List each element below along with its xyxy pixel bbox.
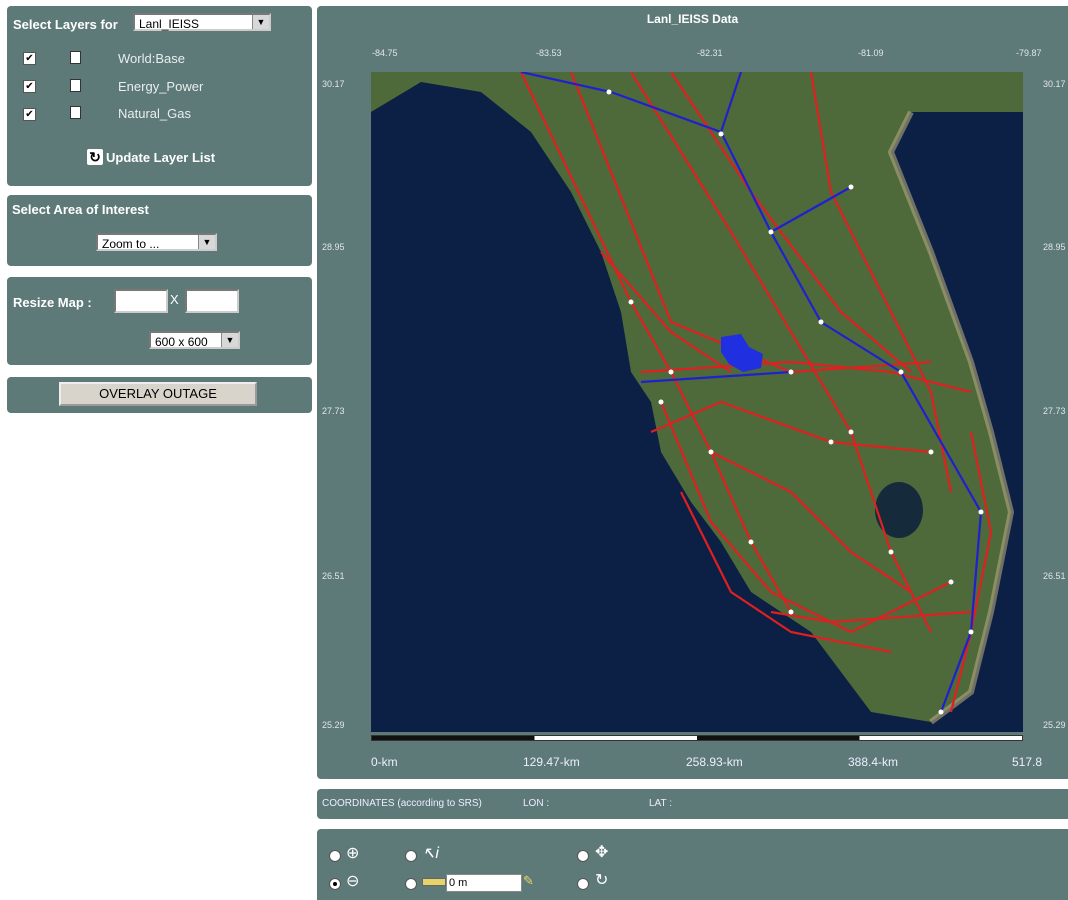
info-icon[interactable]: ↖i — [422, 843, 439, 863]
info-radio[interactable] — [405, 850, 417, 862]
layers-panel-title: Select Layers for — [13, 17, 118, 32]
map-width-input[interactable] — [114, 289, 168, 313]
area-panel-title: Select Area of Interest — [12, 202, 149, 217]
update-layer-list-button[interactable]: ↻ Update Layer List — [87, 149, 215, 165]
map-title: Lanl_IEISS Data — [646, 12, 739, 26]
coordinates-label: COORDINATES (according to SRS) — [322, 798, 482, 809]
layer-checkbox-energy-power[interactable]: ✔ — [23, 80, 36, 93]
lat-tick: 30.17 — [322, 79, 345, 89]
layers-panel: Select Layers for Lanl_IEISS ▼ ✔ World:B… — [7, 6, 312, 186]
lon-tick: -82.31 — [697, 48, 723, 58]
refresh-icon: ↻ — [87, 149, 103, 165]
layer-checkbox-natural-gas[interactable]: ✔ — [23, 108, 36, 121]
zoom-out-icon[interactable]: ⊖ — [346, 871, 359, 891]
dataset-select[interactable]: Lanl_IEISS ▼ — [133, 13, 271, 31]
document-icon — [70, 51, 81, 64]
map-size-select[interactable]: 600 x 600 ▼ — [149, 331, 240, 349]
zoom-select[interactable]: Zoom to ... ▼ — [96, 233, 217, 251]
chevron-down-icon: ▼ — [252, 15, 269, 29]
lat-tick: 26.51 — [322, 571, 345, 581]
chevron-down-icon: ▼ — [198, 235, 215, 249]
lat-tick: 27.73 — [322, 406, 345, 416]
measure-input[interactable] — [446, 874, 522, 892]
map-panel: Lanl_IEISS Data -84.75 -83.53 -82.31 -81… — [317, 6, 1068, 779]
document-icon — [70, 79, 81, 92]
map-size-select-value: 600 x 600 — [155, 335, 208, 349]
layer-name-natural-gas: Natural_Gas — [118, 106, 191, 121]
scale-label: 517.8 — [1012, 755, 1043, 769]
resize-panel-title: Resize Map : — [13, 295, 92, 310]
lat-tick: 25.29 — [322, 720, 345, 730]
update-layer-list-label: Update Layer List — [106, 149, 216, 165]
scale-label: 258.93-km — [686, 755, 743, 769]
zoom-select-value: Zoom to ... — [102, 237, 160, 251]
lat-tick-right: 26.51 — [1043, 571, 1066, 581]
lat-tick-right: 27.73 — [1043, 406, 1066, 416]
layer-checkbox-world-base[interactable]: ✔ — [23, 52, 36, 65]
lat-tick: 28.95 — [322, 242, 345, 252]
scale-label: 388.4-km — [848, 755, 899, 769]
lat-label: LAT : — [649, 798, 672, 809]
scale-label: 129.47-km — [523, 755, 580, 769]
overlay-outage-button[interactable]: OVERLAY OUTAGE — [59, 382, 257, 406]
lat-tick-right: 28.95 — [1043, 242, 1066, 252]
overlay-panel: OVERLAY OUTAGE — [7, 377, 312, 413]
document-icon — [70, 106, 81, 119]
zoom-out-radio[interactable] — [329, 878, 341, 890]
lon-label: LON : — [523, 798, 550, 809]
map-image[interactable] — [371, 72, 1023, 732]
resize-x-label: X — [170, 292, 179, 307]
zoom-in-radio[interactable] — [329, 850, 341, 862]
refresh-icon[interactable]: ↻ — [595, 870, 608, 890]
lon-tick: -84.75 — [372, 48, 398, 58]
layer-name-world-base: World:Base — [118, 51, 185, 66]
overlay-outage-label: OVERLAY OUTAGE — [99, 386, 217, 401]
map-height-input[interactable] — [185, 289, 239, 313]
measure-icon[interactable] — [422, 878, 446, 886]
zoom-in-icon[interactable]: ⊕ — [346, 843, 359, 863]
lat-tick-right: 25.29 — [1043, 720, 1066, 730]
pan-icon[interactable]: ✥ — [595, 842, 608, 862]
refresh-radio[interactable] — [577, 878, 589, 890]
layer-name-energy-power: Energy_Power — [118, 79, 204, 94]
lake-okeechobee — [875, 482, 923, 538]
eraser-icon[interactable]: ✎ — [523, 873, 534, 889]
area-panel: Select Area of Interest Zoom to ... ▼ — [7, 195, 312, 266]
chevron-down-icon: ▼ — [221, 333, 238, 347]
coordinates-panel: COORDINATES (according to SRS) LON : LAT… — [317, 789, 1068, 819]
measure-radio[interactable] — [405, 878, 417, 890]
pan-radio[interactable] — [577, 850, 589, 862]
lon-tick: -81.09 — [858, 48, 884, 58]
lon-tick: -79.87 — [1016, 48, 1042, 58]
dataset-select-value: Lanl_IEISS — [139, 17, 200, 31]
lon-tick: -83.53 — [536, 48, 562, 58]
lat-tick-right: 30.17 — [1043, 79, 1066, 89]
tools-panel: ⊕ ⊖ ↖i ✎ ✥ ↻ — [317, 829, 1068, 900]
resize-panel: Resize Map : X 600 x 600 ▼ — [7, 277, 312, 365]
scale-bar — [371, 735, 1023, 741]
scale-label: 0-km — [371, 755, 398, 769]
